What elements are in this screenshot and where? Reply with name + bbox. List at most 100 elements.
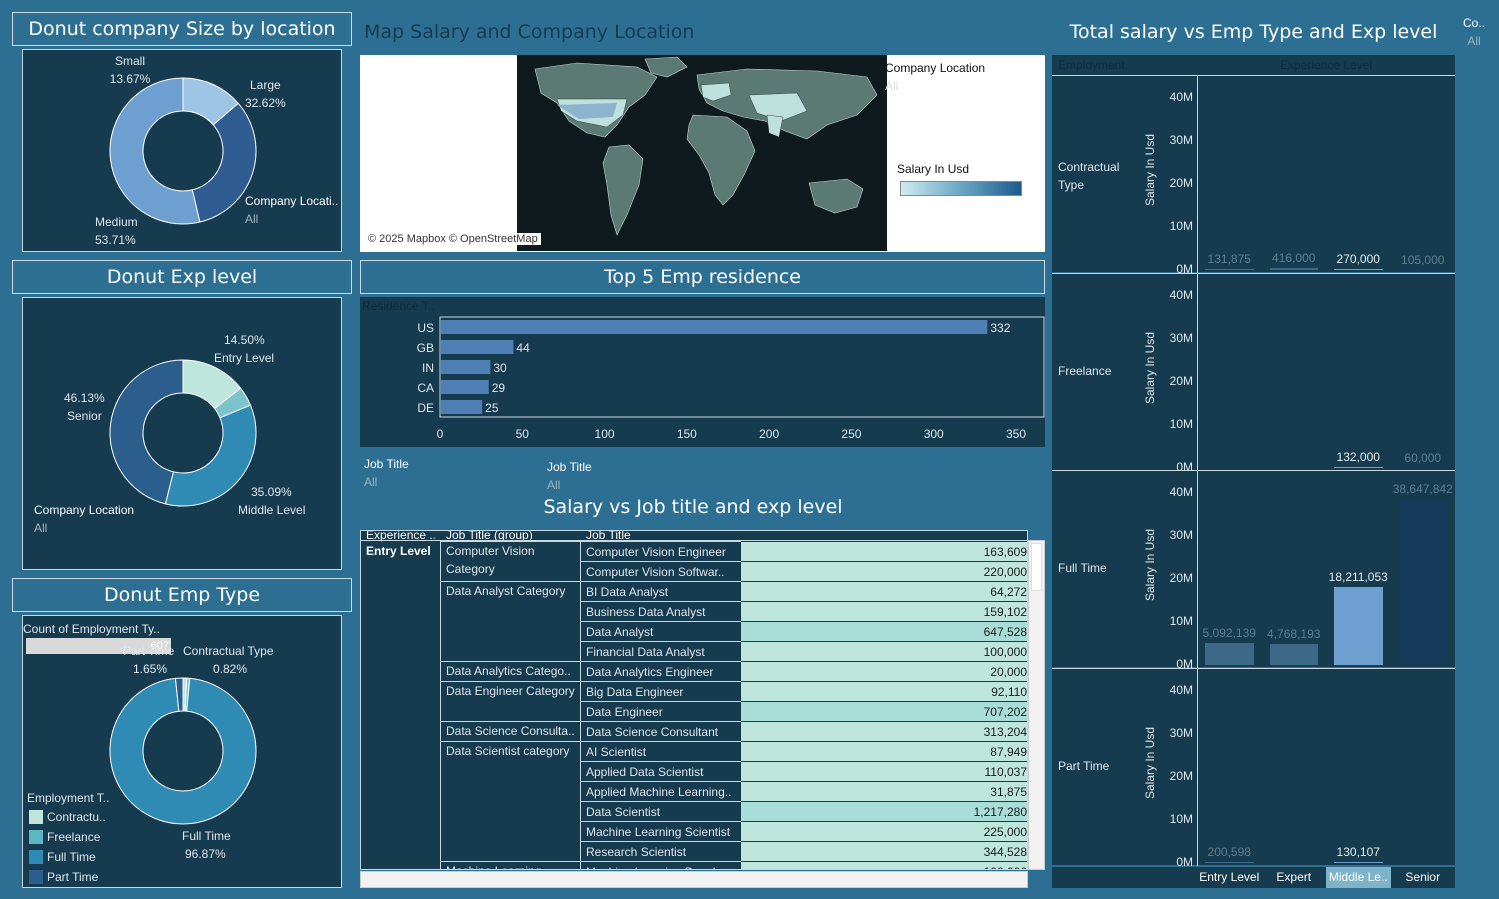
- table-job-group[interactable]: Computer Vision Category: [441, 541, 581, 581]
- exp-donut-title: Donut Exp level: [12, 260, 352, 294]
- top5-bar-IN[interactable]: [441, 360, 491, 374]
- emp-bar[interactable]: [1269, 644, 1318, 665]
- filter-co[interactable]: Co.. All: [1463, 14, 1485, 50]
- emp-bar[interactable]: [1269, 268, 1318, 270]
- emp-exp-xaxis: Entry Level Expert Middle Le.. Senior: [1052, 867, 1455, 888]
- table-job-title[interactable]: Financial Data Analyst: [581, 641, 741, 661]
- top5-bar-US[interactable]: [441, 320, 988, 334]
- table-job-title[interactable]: Computer Vision Engineer: [581, 541, 741, 561]
- filter-job-title-a[interactable]: Job Title All: [364, 455, 409, 491]
- table-job-title[interactable]: BI Data Analyst: [581, 581, 741, 601]
- table-job-group[interactable]: Data Scientist category: [441, 741, 581, 861]
- table-job-title[interactable]: Research Scientist: [581, 841, 741, 861]
- table-job-title[interactable]: Applied Machine Learning..: [581, 781, 741, 801]
- emp-donut-card: Count of Employment Ty.. 607 Part Time 1…: [22, 615, 342, 888]
- map-filter-company-location[interactable]: Company Location All: [885, 59, 985, 95]
- emp-panel-full-time: Full Time Salary In Usd 40M 30M 20M 10M 0M 5,09…: [1052, 470, 1455, 671]
- top5-bar-DE[interactable]: [441, 400, 483, 414]
- emp-legend-item[interactable]: Full Time: [27, 847, 147, 867]
- size-filter-company-location[interactable]: Company Locati.. All: [245, 192, 338, 228]
- table-salary-cell[interactable]: 220,000: [741, 561, 1027, 581]
- table-job-title[interactable]: Data Analytics Engineer: [581, 661, 741, 681]
- table-salary-cell[interactable]: 100,000: [741, 641, 1027, 661]
- emp-legend-item[interactable]: Part Time: [27, 867, 147, 887]
- emp-exp-title: Total salary vs Emp Type and Exp level: [1069, 21, 1438, 43]
- top5-bar-CA[interactable]: [441, 380, 489, 394]
- table-job-title[interactable]: Big Data Engineer: [581, 681, 741, 701]
- emp-bar-value: 4,768,193: [1267, 627, 1321, 642]
- emp-legend[interactable]: Employment T.. Contractu.. Freelance Full …: [27, 789, 147, 887]
- exp-pct-senior: 46.13%: [64, 391, 105, 405]
- salary-job-table[interactable]: Experience .. Job Title (group) Job Titl…: [360, 530, 1028, 870]
- top5-value-label: 332: [990, 321, 1010, 335]
- table-job-title[interactable]: Machine Learning Scientist: [581, 821, 741, 841]
- exp-filter-company-location[interactable]: Company Location All: [34, 501, 134, 537]
- exp-pct-middle: 35.09%: [251, 485, 292, 499]
- exp-label-entry: Entry Level: [214, 351, 275, 365]
- table-salary-cell[interactable]: 100,000: [741, 861, 1027, 869]
- table-salary-cell[interactable]: 163,609: [741, 541, 1027, 561]
- emp-legend-item[interactable]: Contractu..: [27, 807, 147, 827]
- table-salary-cell[interactable]: 87,949: [741, 741, 1027, 761]
- emp-bar[interactable]: [1334, 467, 1383, 469]
- table-job-title[interactable]: Applied Data Scientist: [581, 761, 741, 781]
- top5-xtick: 150: [677, 427, 697, 441]
- table-salary-cell[interactable]: 31,875: [741, 781, 1027, 801]
- emp-bar[interactable]: [1334, 268, 1383, 270]
- table-hscrollbar[interactable]: [360, 871, 1028, 888]
- table-salary-cell[interactable]: 110,037: [741, 761, 1027, 781]
- emp-bar-value: 18,211,053: [1328, 569, 1388, 584]
- top5-xtick: 50: [516, 427, 530, 441]
- table-salary-cell[interactable]: 159,102: [741, 601, 1027, 621]
- table-job-title[interactable]: Computer Vision Softwar..: [581, 561, 741, 581]
- table-job-group[interactable]: Data Science Consulta..: [441, 721, 581, 741]
- table-job-title[interactable]: Data Scientist: [581, 801, 741, 821]
- emp-ytick: 40M: [1169, 90, 1193, 104]
- table-salary-cell[interactable]: 225,000: [741, 821, 1027, 841]
- emp-legend-item[interactable]: Freelance: [27, 827, 147, 847]
- emp-bar[interactable]: [1398, 467, 1447, 469]
- table-salary-cell[interactable]: 1,217,280: [741, 801, 1027, 821]
- emp-bar[interactable]: [1334, 862, 1383, 864]
- emp-bar[interactable]: [1398, 498, 1447, 665]
- emp-bar[interactable]: [1205, 269, 1254, 271]
- table-salary-cell[interactable]: 20,000: [741, 661, 1027, 681]
- table-salary-cell[interactable]: 64,272: [741, 581, 1027, 601]
- table-job-title[interactable]: Machine Learning Develo..: [581, 861, 741, 869]
- emp-bar[interactable]: [1398, 269, 1447, 271]
- table-salary-cell[interactable]: 313,204: [741, 721, 1027, 741]
- emp-bar[interactable]: [1334, 586, 1383, 665]
- table-job-title[interactable]: Data Science Consultant: [581, 721, 741, 741]
- map-card: © 2025 Mapbox © OpenStreetMap Company Lo…: [360, 55, 1045, 252]
- emp-ytick: 20M: [1169, 571, 1193, 585]
- table-salary-cell[interactable]: 647,528: [741, 621, 1027, 641]
- table-job-group[interactable]: Data Analytics Catego..: [441, 661, 581, 681]
- emp-exp-level-label[interactable]: Senior: [1391, 867, 1456, 888]
- emp-bar[interactable]: [1205, 862, 1254, 864]
- filter-job-title-b[interactable]: Job Title All: [547, 458, 592, 494]
- table-job-title[interactable]: Data Analyst: [581, 621, 741, 641]
- top5-bar-chart[interactable]: US 332GB 44IN 30CA 29DE 250 50 100 150 200 250 300 3…: [360, 297, 1045, 447]
- table-salary-cell[interactable]: 707,202: [741, 701, 1027, 721]
- emp-bar[interactable]: [1205, 643, 1254, 665]
- legend-swatch: [29, 850, 43, 864]
- emp-exp-level-label[interactable]: Middle Le..: [1326, 867, 1391, 888]
- legend-swatch: [29, 830, 43, 844]
- emp-row-label: Full Time: [1058, 561, 1107, 575]
- table-vscrollbar[interactable]: [1028, 540, 1045, 870]
- donut-slice-middle[interactable]: [164, 404, 257, 507]
- emp-exp-level-label[interactable]: Expert: [1262, 867, 1327, 888]
- table-job-title[interactable]: Business Data Analyst: [581, 601, 741, 621]
- table-salary-cell[interactable]: 92,110: [741, 681, 1027, 701]
- table-job-group[interactable]: Data Analyst Category: [441, 581, 581, 661]
- table-salary-cell[interactable]: 344,528: [741, 841, 1027, 861]
- world-map[interactable]: [517, 55, 887, 251]
- size-label-large: Large: [250, 78, 281, 92]
- table-job-group[interactable]: Data Engineer Category: [441, 681, 581, 721]
- table-job-title[interactable]: AI Scientist: [581, 741, 741, 761]
- table-job-title[interactable]: Data Engineer: [581, 701, 741, 721]
- table-job-group[interactable]: Machine Learning..: [441, 861, 581, 869]
- legend-label: Full Time: [47, 850, 96, 864]
- emp-exp-level-label[interactable]: Entry Level: [1197, 867, 1262, 888]
- top5-bar-GB[interactable]: [441, 340, 514, 354]
